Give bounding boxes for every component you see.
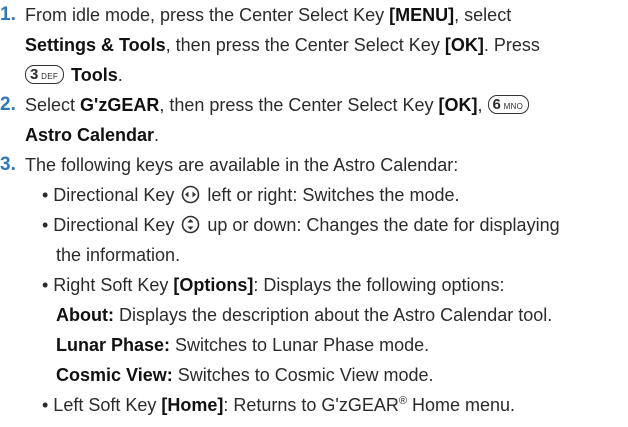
bullet-directional-ud: • Directional Key up or down: Changes th… (42, 215, 560, 235)
option-cosmic-view: Cosmic View: Switches to Cosmic View mod… (56, 365, 434, 385)
settings-tools-label: Settings & Tools (25, 35, 166, 55)
bullet-left-soft-key: • Left Soft Key [Home]: Returns to G'zGE… (42, 395, 516, 415)
step-line: 3 DEF Tools. (25, 60, 123, 90)
option-about: About: Displays the description about th… (56, 305, 553, 325)
menu-key-label: [MENU] (389, 5, 455, 25)
option-lunar-phase: Lunar Phase: Switches to Lunar Phase mod… (56, 335, 430, 355)
step-line: Select G'zGEAR, then press the Center Se… (25, 90, 531, 120)
key-3-def-icon: 3 DEF (25, 65, 65, 84)
ok-key-label: [OK] (438, 95, 478, 115)
step-line: Settings & Tools, then press the Center … (25, 35, 540, 55)
bullet-continuation: the information. (56, 245, 181, 265)
directional-left-right-icon (182, 185, 200, 204)
astro-calendar-label: Astro Calendar (25, 125, 155, 145)
step-number: 2. (0, 94, 16, 115)
step-line: From idle mode, press the Center Select … (25, 5, 512, 25)
manual-page: 1. From idle mode, press the Center Sele… (0, 0, 628, 427)
ok-key-label: [OK] (444, 35, 484, 55)
bullet-right-soft-key: • Right Soft Key [Options]: Displays the… (42, 275, 505, 295)
step-line: The following keys are available in the … (25, 155, 459, 175)
directional-up-down-icon (182, 215, 200, 234)
home-key-label: [Home] (161, 395, 224, 415)
step-line: Astro Calendar. (25, 125, 160, 145)
step-number: 1. (0, 4, 16, 25)
options-key-label: [Options] (173, 275, 254, 295)
gzgear-label: G'zGEAR (80, 95, 160, 115)
key-6-mno-icon: 6 MNO (487, 95, 530, 114)
bullet-directional-lr: • Directional Key left or right: Switche… (42, 185, 460, 205)
step-number: 3. (0, 154, 16, 175)
tools-label: Tools (71, 65, 118, 85)
